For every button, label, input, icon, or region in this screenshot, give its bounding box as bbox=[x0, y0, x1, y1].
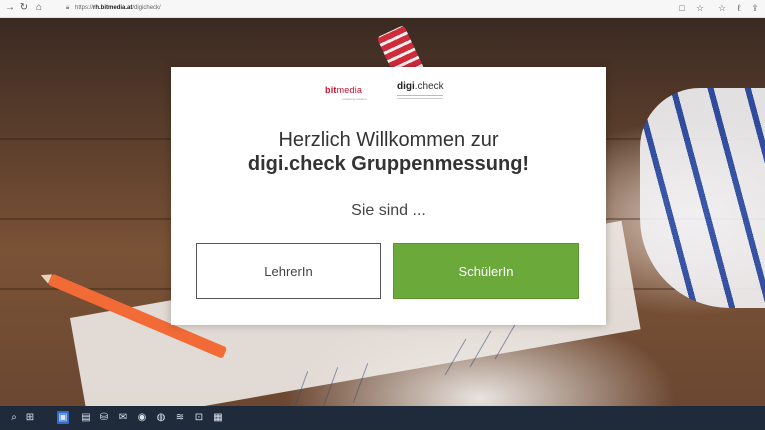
mail-icon[interactable]: ✉ bbox=[117, 411, 129, 424]
notes-icon[interactable]: ℓ bbox=[733, 2, 745, 14]
url-prefix: https:// bbox=[75, 5, 94, 11]
browser-toolbar: → ↻ ⌂ 🔒︎ https://rh.bitmedia.at/digicheck… bbox=[0, 0, 765, 18]
bitmedia-logo-media: media bbox=[336, 85, 363, 95]
share-icon[interactable]: ⇪ bbox=[749, 2, 761, 14]
welcome-title-line1: Herzlich Willkommen zur bbox=[278, 129, 499, 151]
taskbar: ⌕ ⊞ ▣ ▤ ⛁ ✉ ◉ ◍ ≋ ⊡ ▦ bbox=[0, 406, 765, 430]
digicheck-logo-check: .check bbox=[414, 81, 444, 92]
digicheck-logo-digi: digi bbox=[397, 81, 415, 92]
url-domain: rh.bitmedia.at bbox=[93, 5, 133, 11]
office-icon[interactable]: ▦ bbox=[212, 411, 224, 424]
refresh-icon[interactable]: ↻ bbox=[18, 2, 30, 14]
digicheck-logo: digi.check bbox=[397, 81, 444, 92]
photos-icon[interactable]: ◉ bbox=[136, 411, 148, 424]
student-button[interactable]: SchülerIn bbox=[393, 243, 579, 299]
url-path: /digicheck/ bbox=[132, 5, 161, 11]
child-sleeve-image bbox=[640, 88, 765, 308]
reading-view-icon[interactable]: □ bbox=[676, 2, 688, 14]
task-view-icon[interactable]: ⊞ bbox=[24, 411, 36, 424]
role-question: Sie sind ... bbox=[351, 202, 426, 219]
favorite-icon[interactable]: ☆ bbox=[694, 2, 706, 14]
bitmedia-logo: bitmedia bbox=[325, 85, 362, 95]
lock-icon: 🔒︎ bbox=[66, 5, 70, 11]
welcome-title-line2: digi.check Gruppenmessung! bbox=[247, 153, 530, 175]
welcome-dialog: bitmedia e-learning solution digi.check … bbox=[171, 67, 606, 325]
teacher-button[interactable]: LehrerIn bbox=[196, 243, 381, 299]
explorer-icon[interactable]: ▤ bbox=[80, 411, 92, 424]
back-icon[interactable]: → bbox=[4, 2, 16, 14]
bitmedia-logo-bit: bit bbox=[325, 85, 337, 95]
favorites-list-icon[interactable]: ☆ bbox=[716, 2, 728, 14]
home-icon[interactable]: ⌂ bbox=[33, 2, 45, 14]
digicheck-tagline-lines bbox=[397, 95, 443, 101]
bitmedia-tagline: e-learning solution bbox=[342, 97, 367, 101]
edge-browser-icon[interactable]: ▣ bbox=[57, 411, 69, 424]
address-bar[interactable]: 🔒︎ https://rh.bitmedia.at/digicheck/ bbox=[66, 2, 486, 14]
store-icon[interactable]: ⛁ bbox=[98, 411, 110, 424]
app-icon[interactable]: ⊡ bbox=[193, 411, 205, 424]
search-icon[interactable]: ⌕ bbox=[8, 411, 20, 424]
chrome-icon[interactable]: ◍ bbox=[155, 411, 167, 424]
wifi-icon[interactable]: ≋ bbox=[174, 411, 186, 424]
